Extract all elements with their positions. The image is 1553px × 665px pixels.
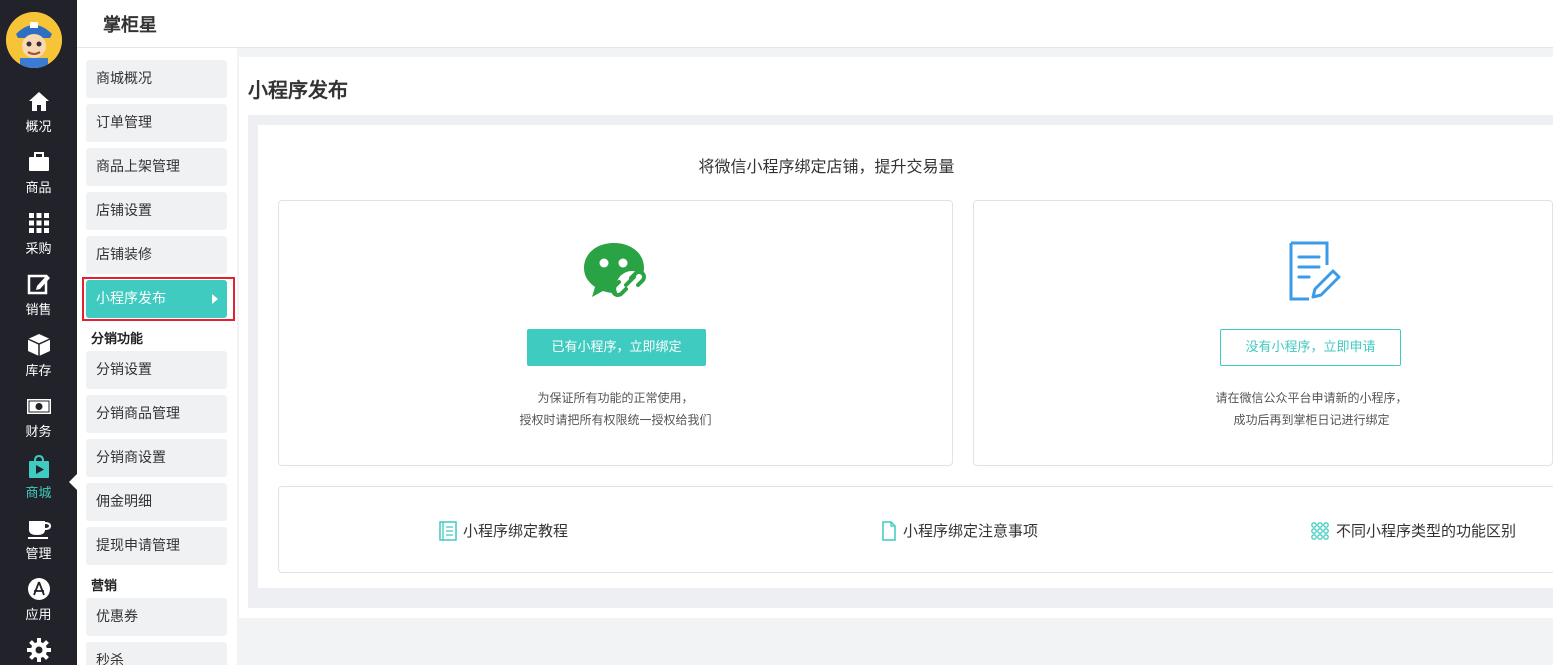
link-type-differences[interactable]: 不同小程序类型的功能区别	[1310, 520, 1516, 541]
list-doc-icon	[439, 520, 457, 541]
edit-icon	[27, 274, 50, 295]
rail-label: 库存	[25, 364, 52, 379]
bind-note-line2: 授权时请把所有权限统一授权给我们	[519, 413, 712, 427]
sidebar-item-dist-goods[interactable]: 分销商品管理	[86, 395, 227, 433]
bind-existing-button[interactable]: 已有小程序，立即绑定	[527, 329, 706, 366]
app-title: 掌柜星	[103, 15, 157, 36]
grid-icon	[28, 213, 49, 233]
sidebar-item-distributors[interactable]: 分销商设置	[86, 439, 227, 477]
section-distribution: 分销功能	[91, 332, 144, 347]
rail-item-apps[interactable]: 应用	[0, 576, 77, 637]
dots-grid-icon	[1311, 521, 1329, 540]
main-rail: 概况 商品 采购 销售 库存 财务 商城 管理 应用	[0, 0, 77, 665]
sidebar-item-dist-settings[interactable]: 分销设置	[86, 351, 227, 389]
rail-label: 销售	[25, 303, 52, 318]
sidebar-item-coupon[interactable]: 优惠券	[86, 598, 227, 636]
sidebar-item-listing[interactable]: 商品上架管理	[86, 148, 227, 186]
wechat-link-icon	[583, 243, 648, 303]
apply-note-line2: 成功后再到掌柜日记进行绑定	[1233, 413, 1390, 427]
rail-label: 商品	[25, 181, 52, 196]
link-label: 小程序绑定注意事项	[903, 522, 1039, 540]
publish-panel: 将微信小程序绑定店铺，提升交易量 已有小程序，立即绑定 为保证所有功能的正常使用…	[258, 125, 1553, 588]
rail-item-purchase[interactable]: 采购	[0, 210, 77, 271]
rail-label: 商城	[25, 486, 52, 501]
link-label: 不同小程序类型的功能区别	[1336, 522, 1517, 540]
sidebar-item-orders[interactable]: 订单管理	[86, 104, 227, 142]
help-links-bar: 小程序绑定教程 小程序绑定注意事项 不同小程序类型的功能区别	[278, 486, 1553, 573]
rail-label: 财务	[25, 425, 52, 440]
sidebar-item-commission[interactable]: 佣金明细	[86, 483, 227, 521]
sidebar-item-miniprogram[interactable]: 小程序发布	[86, 280, 227, 318]
app-store-icon	[27, 578, 50, 600]
link-label: 小程序绑定教程	[463, 522, 569, 540]
rail-item-sales[interactable]: 销售	[0, 271, 77, 332]
sidebar-item-label: 小程序发布	[96, 291, 166, 307]
panel-background: 将微信小程序绑定店铺，提升交易量 已有小程序，立即绑定 为保证所有功能的正常使用…	[248, 115, 1553, 608]
cup-icon	[27, 521, 51, 539]
section-marketing: 营销	[91, 579, 118, 594]
caret-right-icon	[212, 294, 218, 304]
sidebar-item-withdraw[interactable]: 提现申请管理	[86, 527, 227, 565]
rail-item-overview[interactable]: 概况	[0, 88, 77, 149]
top-bar: 掌柜星	[77, 0, 1553, 48]
sub-sidebar: 商城概况 订单管理 商品上架管理 店铺设置 店铺装修 小程序发布 分销功能 分销…	[77, 48, 237, 665]
rail-label: 概况	[25, 120, 52, 135]
rail-active-notch	[69, 474, 77, 490]
money-icon	[26, 399, 51, 414]
shop-bag-icon	[28, 454, 49, 478]
home-icon	[28, 92, 49, 111]
bind-note-line1: 为保证所有功能的正常使用，	[537, 391, 694, 405]
rail-item-stock[interactable]: 库存	[0, 332, 77, 393]
rail-label: 管理	[25, 547, 52, 562]
link-bind-notes[interactable]: 小程序绑定注意事项	[881, 520, 1038, 541]
briefcase-icon	[28, 152, 49, 171]
file-icon	[882, 520, 896, 541]
link-bind-tutorial[interactable]: 小程序绑定教程	[439, 520, 568, 541]
rail-item-mall[interactable]: 商城	[0, 454, 77, 515]
main-content: 小程序发布 将微信小程序绑定店铺，提升交易量 已有小程序，立即绑定 为保证所有功…	[239, 57, 1553, 618]
rail-label: 应用	[25, 608, 52, 623]
sidebar-item-store-decor[interactable]: 店铺装修	[86, 236, 227, 274]
apply-note-line1: 请在微信公众平台申请新的小程序，	[1215, 391, 1408, 405]
rail-item-finance[interactable]: 财务	[0, 393, 77, 454]
sidebar-item-flash-sale[interactable]: 秒杀	[86, 642, 227, 665]
rail-item-goods[interactable]: 商品	[0, 149, 77, 210]
card-bind-existing: 已有小程序，立即绑定 为保证所有功能的正常使用， 授权时请把所有权限统一授权给我…	[278, 200, 953, 466]
rail-label: 采购	[25, 242, 52, 257]
rail-item-settings[interactable]	[0, 637, 77, 665]
app-root: 概况 商品 采购 销售 库存 财务 商城 管理 应用 掌柜星 商城概况 订单管理…	[0, 0, 1553, 665]
document-edit-icon	[1289, 241, 1340, 301]
sidebar-item-store-settings[interactable]: 店铺设置	[86, 192, 227, 230]
page-title: 小程序发布	[248, 78, 348, 102]
panel-heading: 将微信小程序绑定店铺，提升交易量	[698, 157, 955, 176]
sidebar-item-mall-overview[interactable]: 商城概况	[86, 60, 227, 98]
rail-item-manage[interactable]: 管理	[0, 515, 77, 576]
gear-icon	[26, 638, 51, 662]
avatar[interactable]	[6, 12, 62, 68]
cube-icon	[27, 334, 50, 356]
apply-new-button[interactable]: 没有小程序，立即申请	[1220, 329, 1401, 366]
card-apply-new: 没有小程序，立即申请 请在微信公众平台申请新的小程序， 成功后再到掌柜日记进行绑…	[973, 200, 1553, 466]
